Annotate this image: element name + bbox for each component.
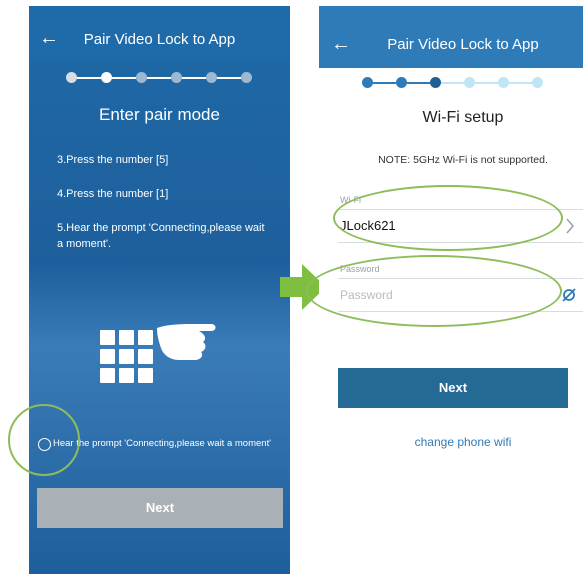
right-header: ← Pair Video Lock to App xyxy=(319,6,583,68)
instruction-step-4: 4.Press the number [1] xyxy=(57,188,169,200)
wifi-highlight-ellipse xyxy=(333,185,563,251)
confirm-radio-label[interactable]: Hear the prompt 'Connecting,please wait … xyxy=(53,438,271,449)
instruction-step-3: 3.Press the number [5] xyxy=(57,154,169,166)
step-6 xyxy=(532,77,543,88)
step-6 xyxy=(241,72,252,83)
keypad-icon xyxy=(100,330,153,383)
step-3 xyxy=(136,72,147,83)
step-2-done-icon xyxy=(396,77,407,88)
page-title: Pair Video Lock to App xyxy=(83,31,236,48)
step-5 xyxy=(206,72,217,83)
step-connector xyxy=(112,76,136,79)
password-highlight-ellipse xyxy=(306,255,562,327)
step-1 xyxy=(66,72,77,83)
step-connector xyxy=(475,81,498,84)
wifi-note: NOTE: 5GHz Wi-Fi is not supported. xyxy=(378,154,548,166)
change-phone-wifi-link[interactable]: change phone wifi xyxy=(331,435,583,449)
left-header: ← Pair Video Lock to App xyxy=(29,6,290,58)
page-title: Pair Video Lock to App xyxy=(387,36,539,53)
progress-stepper xyxy=(66,72,252,83)
eye-hidden-icon[interactable] xyxy=(561,287,577,303)
step-connector xyxy=(509,81,532,84)
step-connector xyxy=(217,76,241,79)
left-phone-screen: ← Pair Video Lock to App Enter pair mode… xyxy=(29,6,290,574)
step-connector xyxy=(182,76,206,79)
progress-stepper xyxy=(362,77,543,88)
step-connector xyxy=(407,81,430,84)
screen-heading: Enter pair mode xyxy=(99,105,220,124)
pointing-hand-icon xyxy=(157,324,216,360)
step-connector xyxy=(147,76,171,79)
step-4 xyxy=(464,77,475,88)
step-2 xyxy=(101,72,112,83)
right-next-button[interactable]: Next xyxy=(338,368,568,408)
step-4 xyxy=(171,72,182,83)
instruction-step-5: 5.Hear the prompt 'Connecting,please wai… xyxy=(57,222,265,250)
chevron-right-icon xyxy=(566,218,574,234)
step-connector xyxy=(373,81,396,84)
step-1-done-icon xyxy=(362,77,373,88)
step-connector xyxy=(441,81,464,84)
left-next-button[interactable]: Next xyxy=(37,488,283,528)
step-3 xyxy=(430,77,441,88)
radio-highlight-circle xyxy=(8,404,80,476)
screen-heading: Wi-Fi setup xyxy=(422,109,504,126)
step-connector xyxy=(77,76,101,79)
step-5 xyxy=(498,77,509,88)
